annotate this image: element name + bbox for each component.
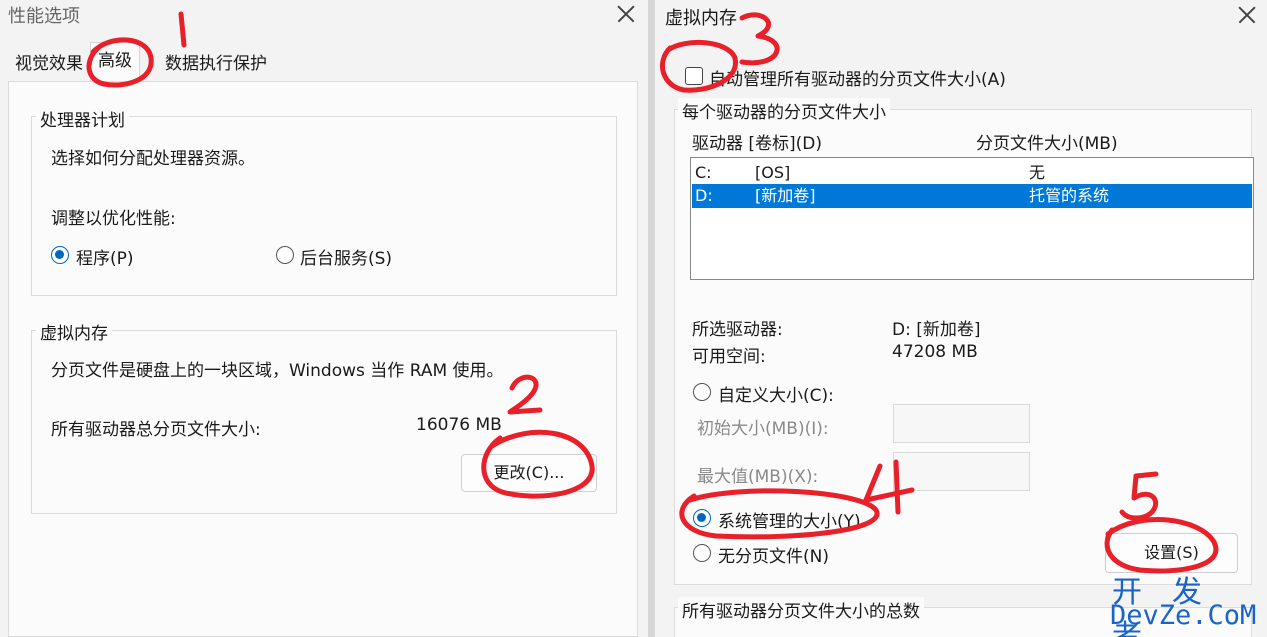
adjust-label: 调整以优化性能: [51,209,176,229]
window-title: 虚拟内存 [665,8,737,29]
tab-advanced[interactable]: 高级 [90,42,140,82]
max-size-label: 最大值(MB)(X): [697,467,819,487]
programs-label[interactable]: 程序(P) [76,244,134,269]
drive-list[interactable]: C: [OS] 无 D: [新加卷] 托管的系统 [690,157,1254,280]
custom-size-label[interactable]: 自定义大小(C): [718,381,834,406]
no-paging-label[interactable]: 无分页文件(N) [718,542,829,567]
table-row[interactable]: D: [新加卷] 托管的系统 [692,184,1252,208]
paging-file-desc: 分页文件是硬盘上的一块区域，Windows 当作 RAM 使用。 [51,361,504,381]
background-services-label[interactable]: 后台服务(S) [300,244,392,269]
free-space-value: 47208 MB [892,342,978,362]
watermark-line2: DevZe.CoM [1110,600,1257,631]
close-icon[interactable] [612,0,640,28]
background-services-radio[interactable] [276,246,294,264]
window-divider [648,0,655,637]
per-drive-legend: 每个驱动器的分页文件大小 [678,98,890,123]
advanced-tab-panel: 处理器计划 选择如何分配处理器资源。 调整以优化性能: 程序(P) 后台服务(S… [8,81,638,637]
close-icon[interactable] [1233,1,1261,29]
drive-size: 无 [1029,163,1046,182]
drive-letter: D: [695,186,713,205]
no-paging-radio[interactable] [693,544,711,562]
auto-manage-label[interactable]: 自动管理所有驱动器的分页文件大小(A) [709,65,1006,90]
selected-drive-label: 所选驱动器: [692,320,783,340]
system-managed-label[interactable]: 系统管理的大小(Y) [718,507,861,532]
total-group-legend: 所有驱动器分页文件大小的总数 [678,597,924,622]
drive-label: [OS] [755,163,791,182]
drive-letter: C: [695,163,712,182]
col-size-header: 分页文件大小(MB) [976,134,1118,154]
processor-scheduling-legend: 处理器计划 [36,106,129,131]
table-row[interactable]: C: [OS] 无 [692,161,1252,185]
col-drive-header: 驱动器 [卷标](D) [692,134,823,154]
window-title: 性能选项 [8,6,80,27]
auto-manage-checkbox[interactable] [685,67,703,85]
programs-radio[interactable] [51,246,69,264]
tab-dep[interactable]: 数据执行保护 [158,46,274,82]
performance-options-window: 性能选项 视觉效果 高级 数据执行保护 处理器计划 选择如何分配处理器资源。 调… [0,0,648,637]
system-managed-radio[interactable] [693,509,711,527]
processor-desc: 选择如何分配处理器资源。 [51,149,255,169]
custom-size-radio[interactable] [693,383,711,401]
initial-size-label: 初始大小(MB)(I): [697,419,829,439]
max-size-input[interactable] [893,452,1030,491]
drive-size: 托管的系统 [1029,186,1110,205]
tab-visual-effects[interactable]: 视觉效果 [8,46,90,82]
virtual-memory-legend: 虚拟内存 [36,319,112,344]
total-paging-label: 所有驱动器总分页文件大小: [51,420,261,440]
initial-size-input[interactable] [893,404,1030,443]
virtual-memory-window: 虚拟内存 自动管理所有驱动器的分页文件大小(A) 每个驱动器的分页文件大小 驱动… [655,0,1267,637]
change-button[interactable]: 更改(C)... [461,454,597,492]
total-paging-value: 16076 MB [416,415,502,435]
selected-drive-value: D: [新加卷] [892,320,981,340]
drive-label: [新加卷] [755,186,816,205]
free-space-label: 可用空间: [692,347,766,367]
